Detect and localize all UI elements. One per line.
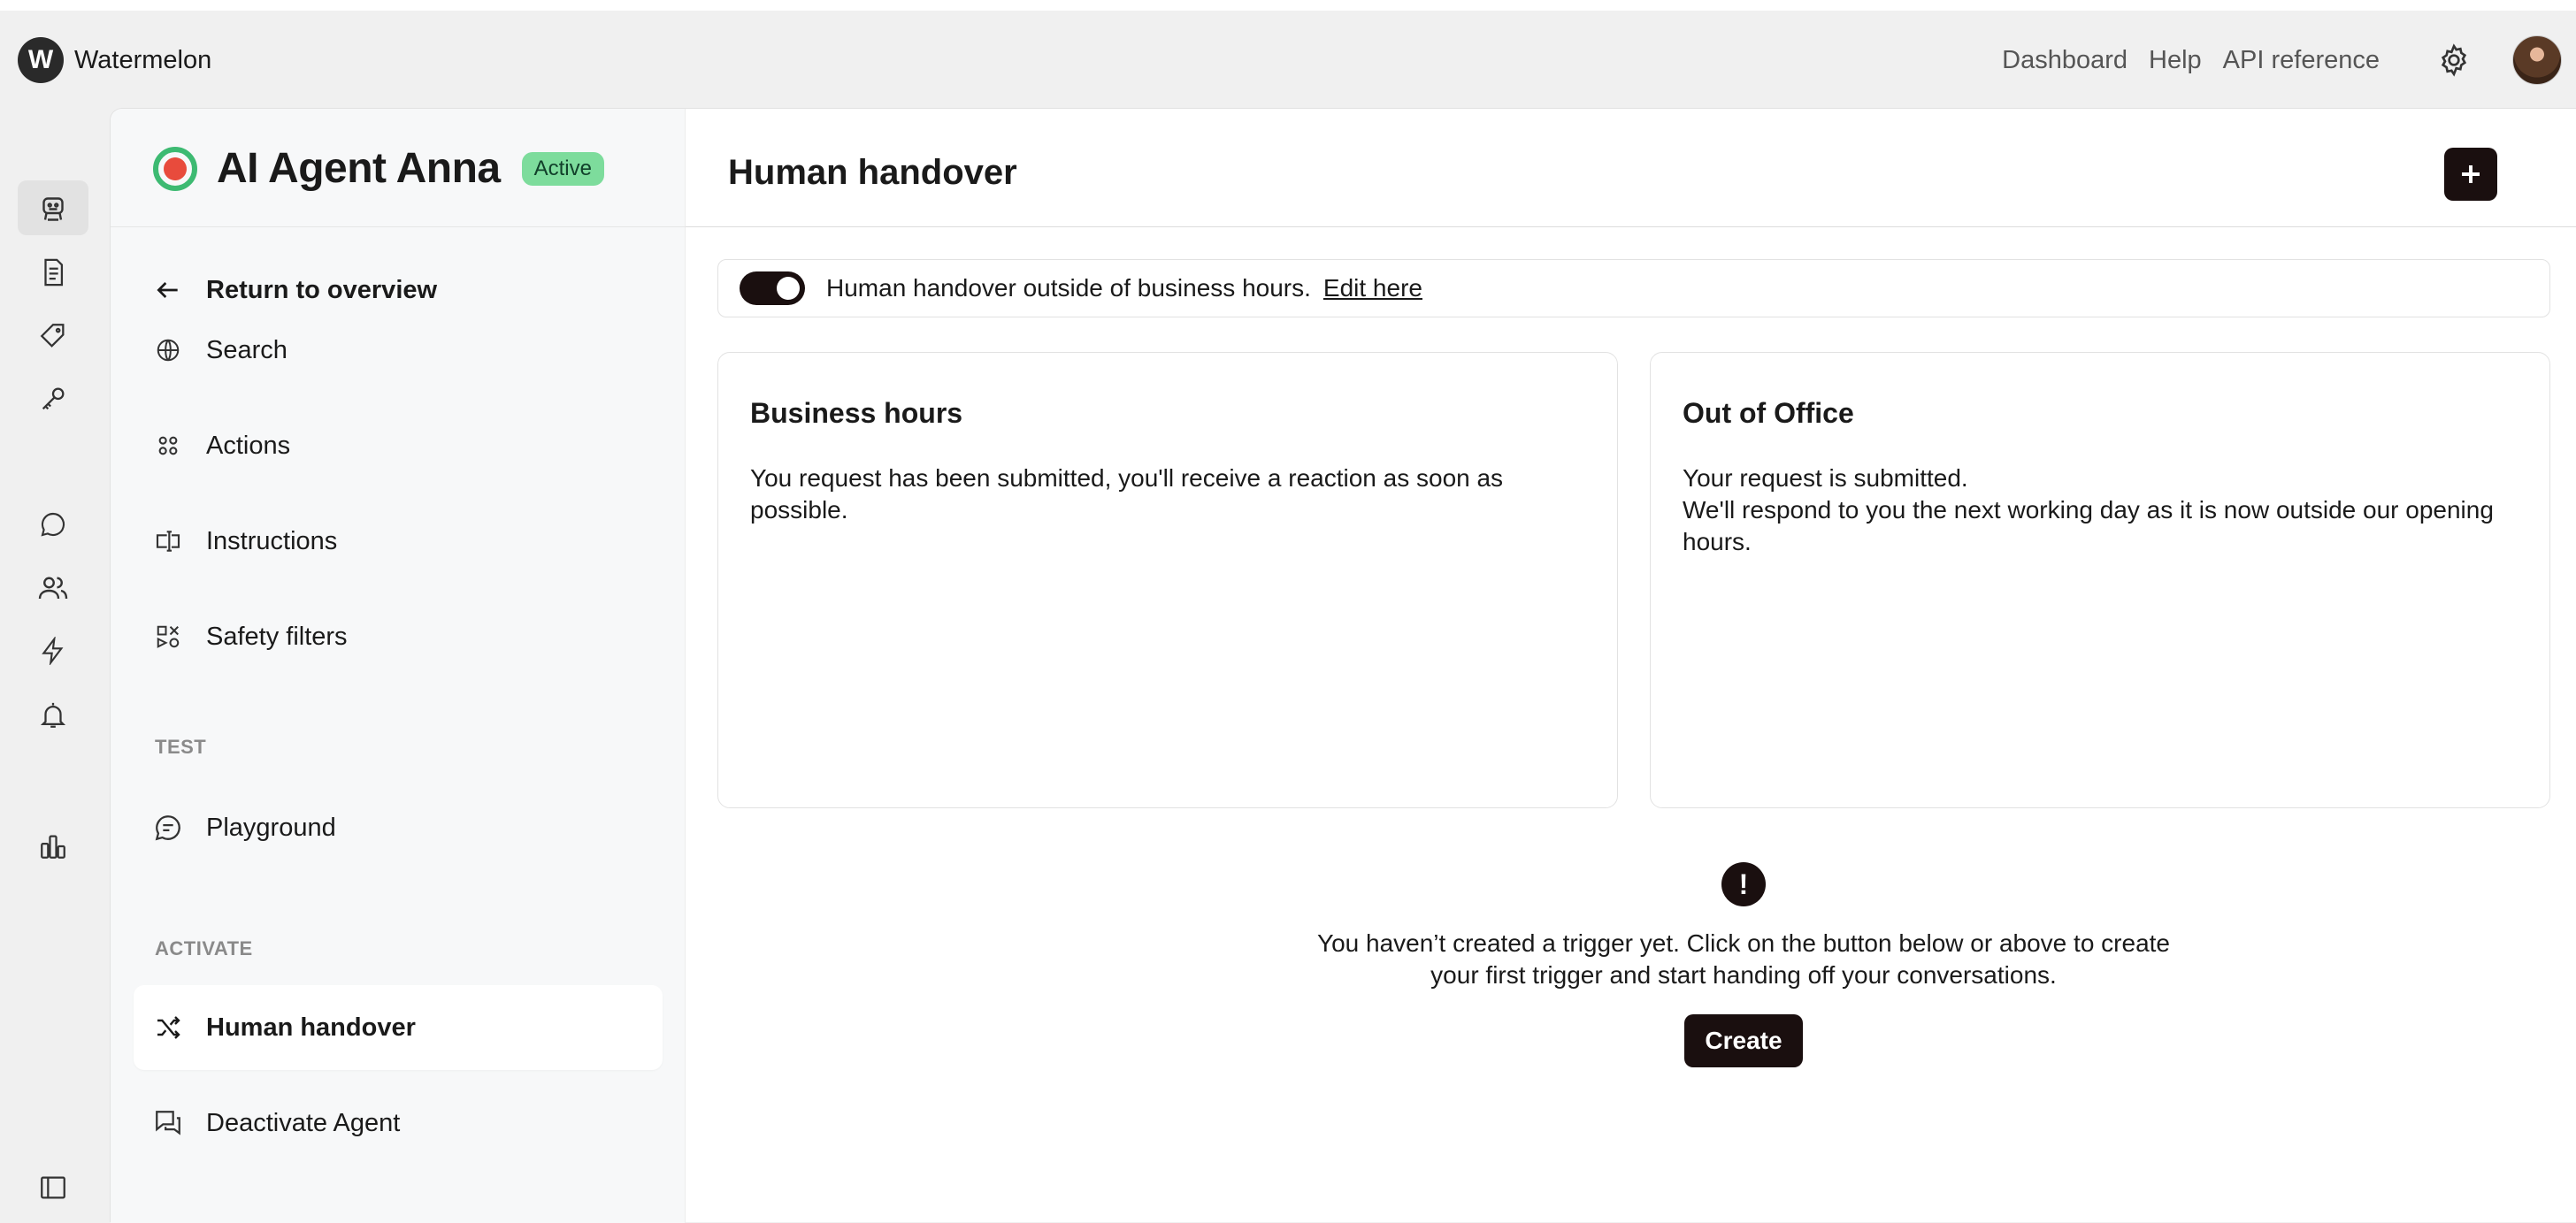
app-name: Watermelon [74, 45, 212, 74]
document-icon[interactable] [18, 245, 88, 300]
sidebar-item-label: Search [206, 335, 288, 364]
section-title-test: TEST [155, 736, 207, 758]
exclamation-icon: ! [1721, 862, 1766, 906]
sidebar-item-deactivate-agent[interactable]: Deactivate Agent [153, 1103, 400, 1143]
sidebar-item-label: Playground [206, 813, 336, 842]
globe-icon [153, 335, 183, 365]
api-reference-link[interactable]: API reference [2223, 46, 2380, 75]
sidebar-item-label: Deactivate Agent [206, 1108, 401, 1137]
chat-icon[interactable] [18, 497, 88, 552]
page-title: Human handover [728, 153, 1017, 192]
help-link[interactable]: Help [2149, 46, 2202, 75]
edit-here-link[interactable]: Edit here [1323, 274, 1422, 302]
grid-icon [153, 431, 183, 461]
card-body: Your request is submitted. We'll respond… [1683, 464, 2494, 555]
lightning-icon[interactable] [18, 623, 88, 678]
handover-toggle-bar: Human handover outside of business hours… [717, 259, 2550, 317]
text-cursor-icon [153, 526, 183, 556]
section-title-activate: ACTIVATE [155, 937, 253, 959]
out-of-office-card[interactable]: Out of Office Your request is submitted.… [1650, 352, 2550, 808]
divider [111, 226, 686, 227]
shapes-icon [153, 622, 183, 652]
chat-bubble-icon [153, 813, 183, 843]
sidebar-item-label: Safety filters [206, 622, 348, 651]
card-title: Out of Office [1683, 397, 1854, 429]
business-hours-card[interactable]: Business hours You request has been subm… [717, 352, 1618, 808]
card-title: Business hours [750, 397, 963, 429]
settings-gear-icon[interactable] [2436, 42, 2472, 78]
top-bar: W Watermelon Dashboard Help API referenc… [0, 0, 2576, 108]
handover-toggle[interactable] [740, 271, 805, 305]
sidebar-item-search[interactable]: Search [153, 330, 288, 371]
sidebar-item-label: Human handover [206, 1013, 416, 1042]
sidebar-toggle-icon[interactable] [18, 1160, 88, 1215]
sidebar-item-human-handover[interactable]: Human handover [153, 1007, 416, 1048]
content-panel: AI Agent Anna Active Return to overview … [110, 108, 2576, 1223]
tag-icon[interactable] [18, 309, 88, 363]
empty-state-text: You haven’t created a trigger yet. Click… [1316, 929, 2170, 989]
agent-header: AI Agent Anna Active [153, 144, 604, 193]
sidebar-item-instructions[interactable]: Instructions [153, 521, 337, 562]
key-icon[interactable] [18, 371, 88, 426]
agent-name: AI Agent Anna [217, 145, 501, 192]
dashboard-link[interactable]: Dashboard [2002, 46, 2128, 75]
divider [686, 226, 2576, 227]
icon-rail [0, 108, 110, 1222]
toggle-label: Human handover outside of business hours… [826, 274, 1311, 302]
brand[interactable]: W Watermelon [18, 37, 211, 83]
top-nav: Dashboard Help API reference [2002, 35, 2576, 85]
plus-icon [2462, 165, 2480, 183]
return-label: Return to overview [206, 275, 438, 304]
add-trigger-button[interactable] [2444, 148, 2497, 201]
agent-sidebar: AI Agent Anna Active Return to overview … [111, 109, 686, 1223]
create-button[interactable]: Create [1684, 1014, 1803, 1067]
messages-icon [153, 1108, 183, 1138]
return-to-overview-link[interactable]: Return to overview [153, 270, 437, 310]
agent-logo-icon [153, 146, 197, 191]
status-badge: Active [521, 151, 604, 186]
robot-icon[interactable] [18, 180, 88, 235]
arrow-left-icon [153, 275, 183, 305]
sidebar-item-label: Instructions [206, 526, 338, 555]
users-icon[interactable] [18, 561, 88, 615]
bell-icon[interactable] [18, 688, 88, 743]
card-body: You request has been submitted, you'll r… [750, 464, 1504, 524]
watermelon-logo: W [18, 37, 64, 83]
sidebar-item-label: Actions [206, 431, 291, 460]
sidebar-item-safety-filters[interactable]: Safety filters [153, 616, 348, 657]
sidebar-item-playground[interactable]: Playground [153, 807, 336, 848]
analytics-icon[interactable] [18, 819, 88, 874]
shuffle-icon [153, 1013, 183, 1043]
user-avatar[interactable] [2512, 35, 2562, 85]
sidebar-item-actions[interactable]: Actions [153, 425, 290, 466]
main-content: Human handover Human handover outside of… [686, 109, 2576, 1223]
